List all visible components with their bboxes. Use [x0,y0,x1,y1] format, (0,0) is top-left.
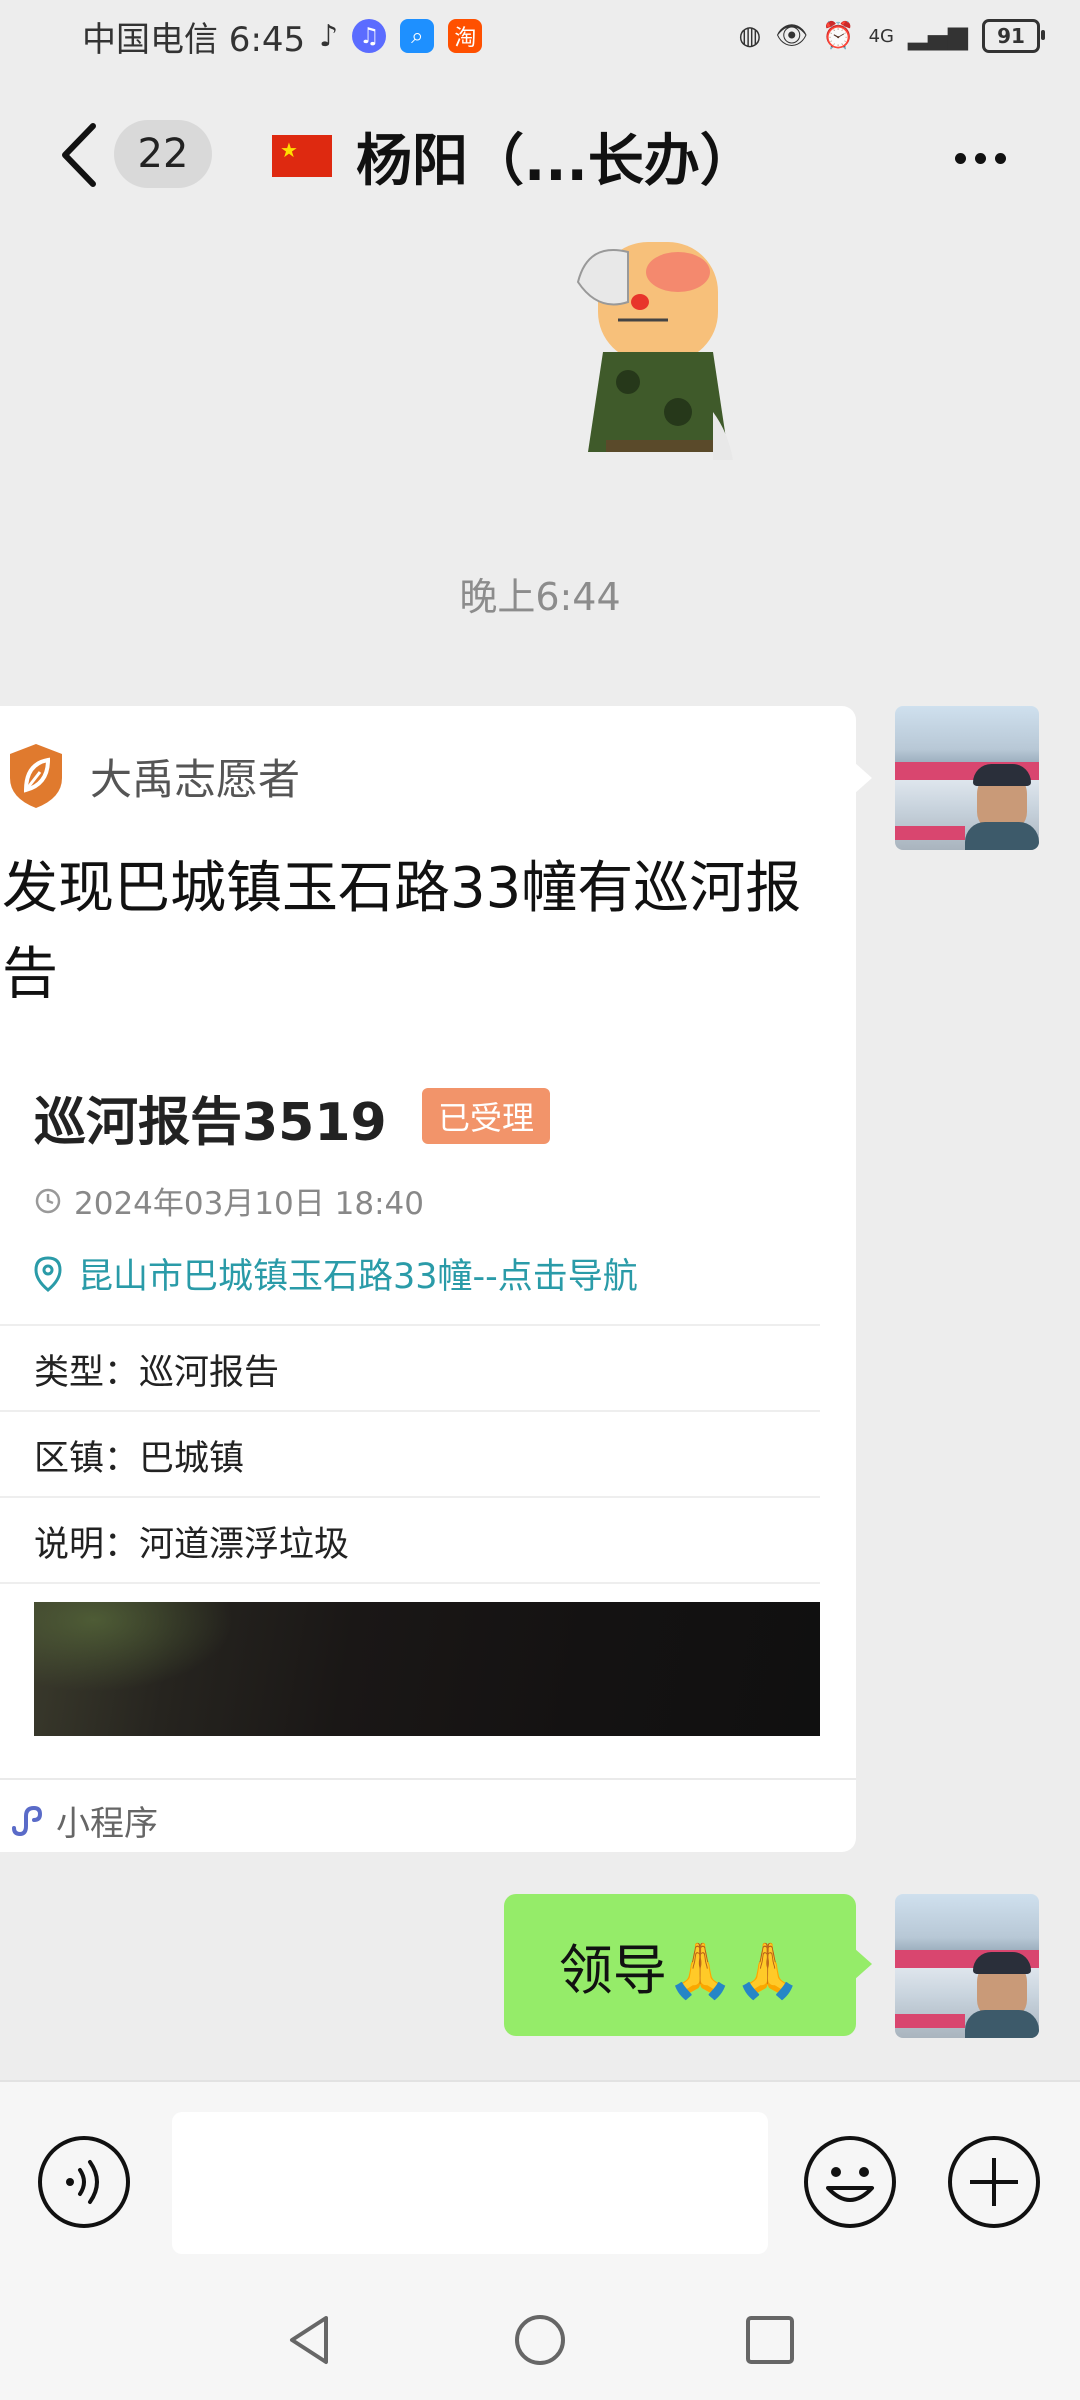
china-flag-icon: ★ [272,135,332,177]
field-value: 巴城镇 [139,1439,245,1479]
dot [974,152,986,164]
navigate-link[interactable]: 昆山市巴城镇玉石路33幢--点击导航 [34,1248,638,1299]
report-datetime: 2024年03月10日 18:40 [74,1186,424,1222]
search-app-icon: ⌕ [400,19,435,53]
dot [994,152,1006,164]
voice-input-icon[interactable] [36,2134,132,2230]
card-footer-divider [0,1778,856,1780]
divider [0,1410,820,1412]
field-value: 巡河报告 [139,1353,280,1393]
carrier-time: 中国电信 6:45 [82,19,306,60]
chat-title-text: 杨阳（...长办） [356,128,756,194]
divider [0,1582,820,1584]
avatar-detail [895,2014,965,2028]
message-input[interactable] [172,2112,768,2254]
report-title: 巡河报告3519 [34,1093,387,1153]
battery-icon: 91 [982,19,1045,53]
chat-title[interactable]: ★ 杨阳（...长办） [272,118,756,194]
avatar-detail [965,2010,1039,2038]
salute-sticker[interactable] [528,242,768,460]
tiktok-icon: ♪ [319,18,339,54]
alarm-icon: ⏰ [822,21,855,51]
avatar[interactable] [895,1894,1039,2038]
info-row-type: 类型： 巡河报告 [34,1344,279,1395]
mini-program-icon [12,1805,43,1836]
avatar-detail [973,764,1031,786]
network-type: 4G [868,25,894,47]
recents-square-icon[interactable] [740,2310,800,2370]
mini-program-label: 小程序 [56,1804,158,1844]
location-pin-icon [34,1255,62,1292]
field-value: 河道漂浮垃圾 [139,1525,350,1565]
field-label: 区镇： [34,1439,140,1479]
taobao-icon: 淘 [448,19,483,53]
eye-comfort-icon: 👁 [775,21,809,51]
message-timestamp: 晚上6:44 [459,575,621,619]
clock-icon [35,1188,61,1213]
hd-call-icon: ◍ [738,21,762,51]
bubble-tail [854,1948,872,1980]
card-tail [854,762,872,794]
report-time-row: 2024年03月10日 18:40 [34,1178,424,1223]
avatar-detail [965,822,1039,850]
report-location: 昆山市巴城镇玉石路33幢--点击导航 [78,1257,638,1297]
card-headline: 发现巴城镇玉石路33幢有巡河报告 [2,856,802,1007]
source-name: 大禹志愿者 [90,754,301,804]
back-button[interactable] [44,110,114,200]
more-options-button[interactable] [944,128,1016,188]
back-triangle-icon[interactable] [280,2310,340,2370]
divider [0,1324,820,1326]
info-row-description: 说明： 河道漂浮垃圾 [34,1516,349,1567]
battery-level: 91 [997,24,1025,48]
photo-detail [34,1602,234,1692]
sent-message-bubble[interactable]: 领导🙏🙏 [504,1894,856,2036]
avatar-detail [895,826,965,840]
dot [954,152,966,164]
status-badge: 已受理 [422,1088,550,1144]
plus-icon[interactable] [946,2134,1042,2230]
music-app-icon: ♫ [352,19,387,53]
emoji-icon[interactable] [802,2134,898,2230]
card-source: 大禹志愿者 [6,742,300,810]
leaf-shield-icon [10,744,62,808]
status-right: ◍ 👁 ⏰ 4G ▂▄▆ 91 [738,12,1045,60]
chevron-left-icon [62,123,96,187]
signal-icon: ▂▄▆ [908,21,968,51]
field-label: 类型： [34,1353,140,1393]
home-circle-icon[interactable] [510,2310,570,2370]
divider [0,1496,820,1498]
unread-count-badge[interactable]: 22 [114,120,212,188]
avatar[interactable] [895,706,1039,850]
info-row-district: 区镇： 巴城镇 [34,1430,244,1481]
status-left: 中国电信 6:45 ♪ ♫ ⌕ 淘 [82,12,483,60]
field-label: 说明： [34,1525,140,1565]
card-footer: 小程序 [8,1796,158,1845]
avatar-detail [973,1952,1031,1974]
